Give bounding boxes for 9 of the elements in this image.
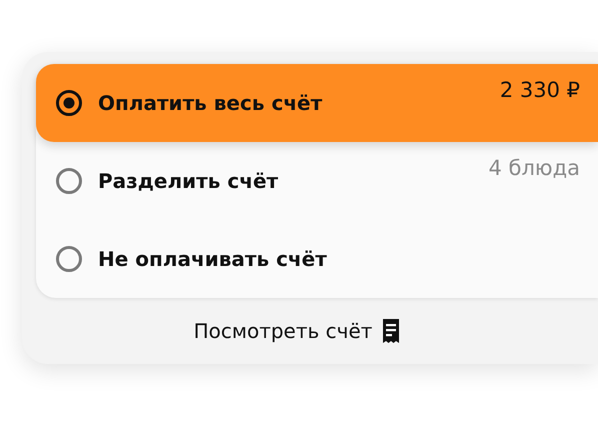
- payment-option[interactable]: Оплатить весь счёт 2 330 ₽: [36, 64, 598, 142]
- payment-option[interactable]: Разделить счёт 4 блюда: [36, 142, 598, 220]
- option-label: Оплатить весь счёт: [98, 91, 324, 115]
- dish-count: 4 блюда: [488, 156, 580, 180]
- option-label: Разделить счёт: [98, 169, 280, 193]
- option-label: Не оплачивать счёт: [98, 247, 328, 271]
- payment-option[interactable]: Не оплачивать счёт: [36, 220, 598, 298]
- price-text: 2 330 ₽: [500, 78, 580, 102]
- view-bill-link[interactable]: Посмотреть счёт: [194, 319, 372, 343]
